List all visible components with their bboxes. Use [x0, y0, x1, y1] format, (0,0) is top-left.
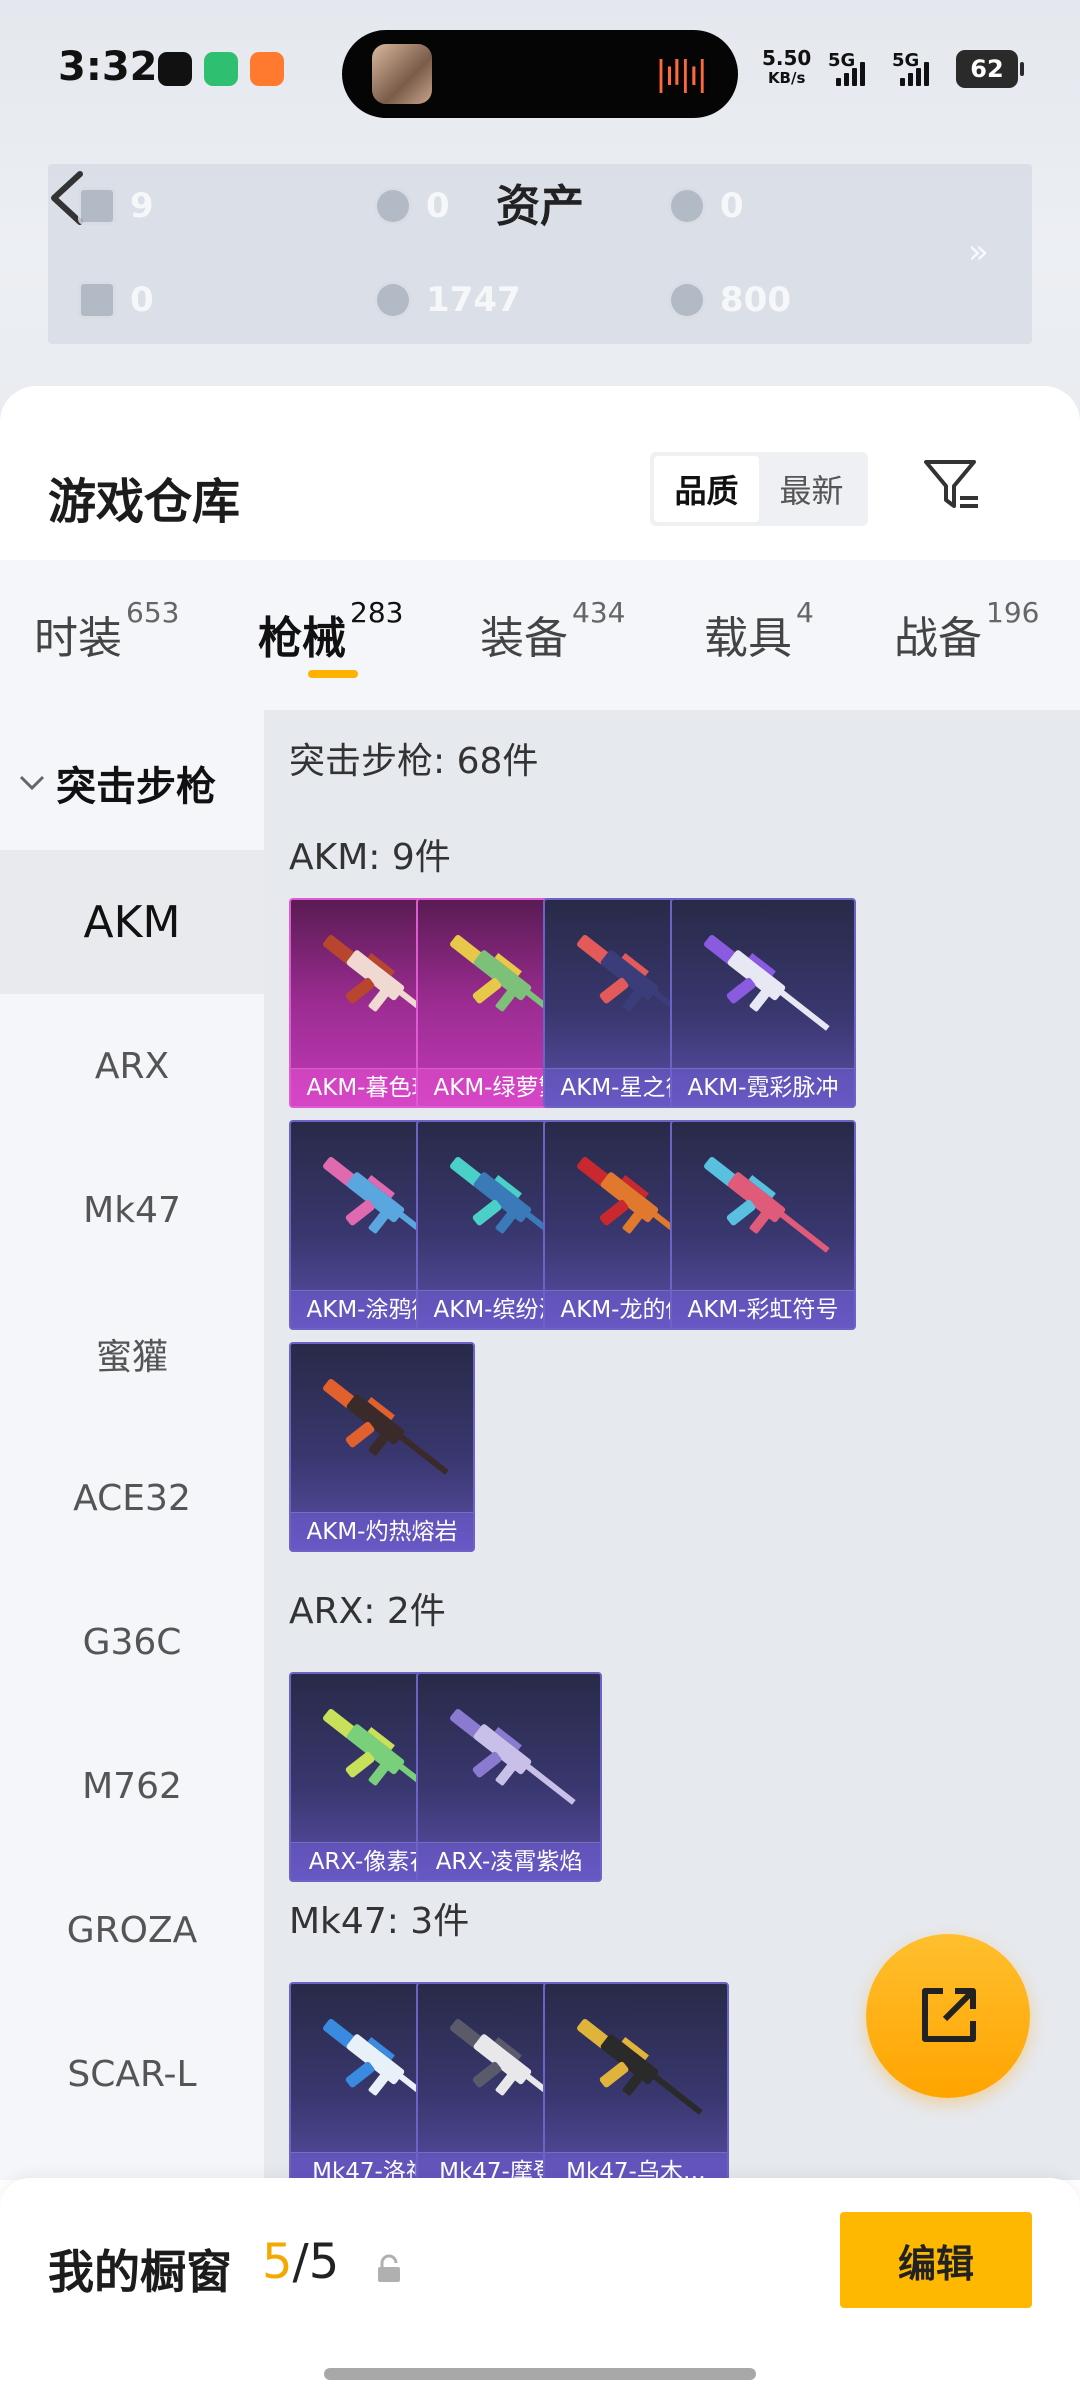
warehouse-title: 游戏仓库: [48, 474, 241, 530]
share-external-icon: [922, 1988, 976, 2042]
category-tabs: 时装653 枪械283 装备434 载具4 战备196: [0, 560, 1080, 710]
signal-bars-1-icon: [836, 60, 865, 86]
dynamic-island[interactable]: |ıl|ı|: [342, 30, 738, 118]
weapon-skin-tile[interactable]: AKM-彩虹符号: [670, 1120, 856, 1330]
sort-toggle: 品质 最新: [650, 452, 868, 526]
home-indicator[interactable]: [324, 2368, 756, 2380]
sidebar-item-honey-badger[interactable]: 蜜獾: [0, 1282, 264, 1426]
asset-item-3: 0: [668, 186, 744, 226]
rifle-icon: [323, 1378, 449, 1475]
weapon-skin-tile[interactable]: ARX-凌霄紫焰: [416, 1672, 602, 1882]
tab-fashion[interactable]: 时装653: [34, 596, 179, 666]
skin-name: AKM-霓彩脉冲: [672, 1068, 854, 1106]
section-heading-arx: ARX: 2件: [289, 1591, 446, 1632]
store-app-icon: [204, 52, 238, 86]
media-thumbnail: [372, 44, 432, 104]
skin-name: ARX-凌霄紫焰: [418, 1842, 600, 1880]
audio-wave-icon: |ıl|ı|: [655, 54, 708, 94]
asset-more-icon[interactable]: »: [968, 232, 989, 272]
weapon-skin-tile[interactable]: AKM-灼热熔岩: [289, 1342, 475, 1552]
sidebar-item-g36c[interactable]: G36C: [0, 1570, 264, 1714]
card-icon: [78, 281, 116, 319]
gem-icon: [374, 281, 412, 319]
asset-item-1: 9: [78, 186, 154, 226]
tab-vehicles[interactable]: 载具4: [704, 596, 814, 666]
sidebar-group-assault-rifle[interactable]: 突击步枪: [18, 754, 216, 812]
showcase-count: 5/5: [262, 2234, 340, 2290]
ticket-icon: [78, 187, 116, 225]
video-app-icon: [250, 52, 284, 86]
asset-item-5: 1747: [374, 280, 521, 320]
sidebar-item-mk47[interactable]: Mk47: [0, 1138, 264, 1282]
rifle-icon: [704, 934, 830, 1031]
section-heading-akm: AKM: 9件: [289, 837, 451, 878]
coin-icon: [374, 187, 412, 225]
asset-item-4: 0: [78, 280, 154, 320]
lock-icon: [378, 2254, 400, 2282]
sidebar-item-m762[interactable]: M762: [0, 1714, 264, 1858]
tab-equipment[interactable]: 装备434: [480, 596, 625, 666]
sort-quality-option[interactable]: 品质: [654, 456, 759, 522]
rifle-icon: [704, 1156, 830, 1253]
battery-icon: 62: [956, 50, 1024, 88]
filter-icon[interactable]: [920, 454, 984, 518]
edit-button[interactable]: 编辑: [840, 2212, 1032, 2308]
page-title: 资产: [496, 181, 584, 232]
status-bar: 3:32 |ıl|ı| 5.50 KB/s 5G 5G 62: [0, 30, 1080, 118]
sidebar-item-groza[interactable]: GROZA: [0, 1858, 264, 2002]
section-heading-mk47: Mk47: 3件: [289, 1901, 470, 1942]
signal-bars-2-icon: [900, 60, 929, 86]
sidebar-item-ace32[interactable]: ACE32: [0, 1426, 264, 1570]
medal-icon: [668, 281, 706, 319]
token-icon: [668, 187, 706, 225]
share-fab[interactable]: [866, 1934, 1030, 2098]
asset-item-6: 800: [668, 280, 791, 320]
weapon-skin-tile[interactable]: Mk47-乌木…: [543, 1982, 729, 2180]
category-summary: 突击步枪: 68件: [289, 741, 539, 782]
status-time: 3:32: [58, 44, 158, 90]
sidebar-item-scar-l[interactable]: SCAR-L: [0, 2002, 264, 2146]
rifle-icon: [450, 1708, 576, 1805]
weapon-sidebar: 突击步枪 AKM ARX Mk47 蜜獾 ACE32 G36C M762 GRO…: [0, 710, 264, 2180]
skin-name: Mk47-乌木…: [545, 2152, 727, 2180]
music-app-icon: [158, 52, 192, 86]
sidebar-item-arx[interactable]: ARX: [0, 994, 264, 1138]
network-speed: 5.50 KB/s: [762, 46, 812, 87]
sidebar-item-akm[interactable]: AKM: [0, 850, 264, 994]
showcase-label: 我的橱窗: [48, 2245, 232, 2299]
chevron-down-icon: [19, 775, 45, 791]
tab-firearms[interactable]: 枪械283: [258, 596, 403, 666]
showcase-bar: 我的橱窗 5/5 编辑: [0, 2178, 1080, 2400]
active-tab-indicator: [308, 670, 358, 678]
tab-supplies[interactable]: 战备196: [894, 596, 1039, 666]
rifle-icon: [577, 2018, 703, 2115]
asset-item-2: 0: [374, 186, 450, 226]
skin-name: AKM-灼热熔岩: [291, 1512, 473, 1550]
weapon-skin-tile[interactable]: AKM-霓彩脉冲: [670, 898, 856, 1108]
sort-latest-option[interactable]: 最新: [759, 456, 864, 522]
skin-name: AKM-彩虹符号: [672, 1290, 854, 1328]
